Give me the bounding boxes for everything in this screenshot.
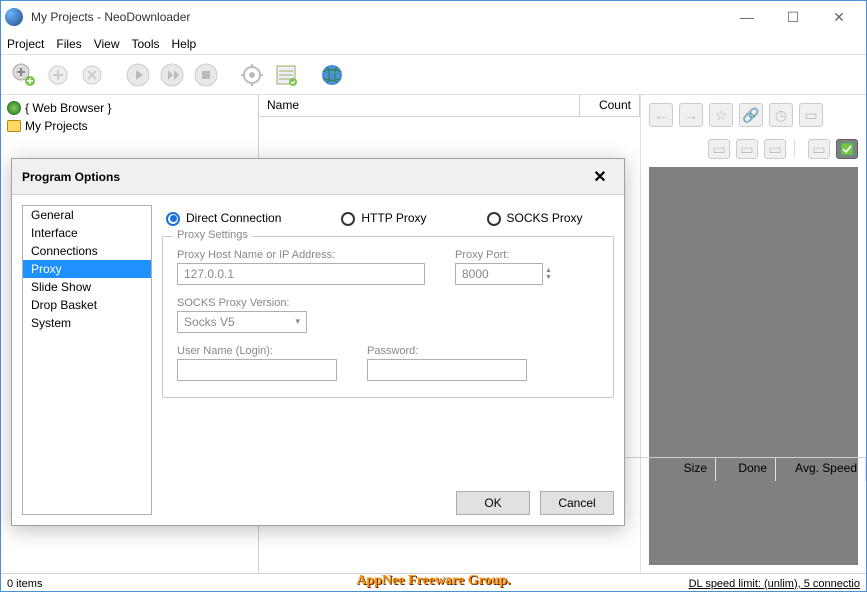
- radio-on-icon: [166, 212, 180, 226]
- dialog-overlay: Program Options ✕ General Interface Conn…: [1, 1, 866, 591]
- socksver-label: SOCKS Proxy Version:: [177, 297, 307, 309]
- nav-system[interactable]: System: [23, 314, 151, 332]
- chevron-down-icon: ▾: [295, 316, 300, 327]
- dialog-buttons: OK Cancel: [162, 479, 614, 515]
- ok-button[interactable]: OK: [456, 491, 530, 515]
- dialog-body: General Interface Connections Proxy Slid…: [12, 195, 624, 525]
- radio-http[interactable]: HTTP Proxy: [341, 211, 426, 226]
- nav-drop-basket[interactable]: Drop Basket: [23, 296, 151, 314]
- nav-slide-show[interactable]: Slide Show: [23, 278, 151, 296]
- user-input[interactable]: [177, 359, 337, 381]
- pass-input[interactable]: [367, 359, 527, 381]
- nav-general[interactable]: General: [23, 206, 151, 224]
- dialog-main: Direct Connection HTTP Proxy SOCKS Proxy…: [162, 205, 614, 515]
- host-input[interactable]: [177, 263, 425, 285]
- radio-socks[interactable]: SOCKS Proxy: [487, 211, 583, 226]
- app-window: My Projects - NeoDownloader — ☐ ✕ Projec…: [0, 0, 867, 592]
- pass-label: Password:: [367, 345, 527, 357]
- port-label: Proxy Port:: [455, 249, 557, 261]
- proxy-settings-fieldset: Proxy Settings Proxy Host Name or IP Add…: [162, 236, 614, 398]
- options-dialog: Program Options ✕ General Interface Conn…: [11, 158, 625, 526]
- dialog-close-button[interactable]: ✕: [586, 163, 614, 191]
- user-label: User Name (Login):: [177, 345, 337, 357]
- nav-interface[interactable]: Interface: [23, 224, 151, 242]
- fieldset-legend: Proxy Settings: [173, 229, 252, 241]
- radio-off-icon: [487, 212, 501, 226]
- nav-proxy[interactable]: Proxy: [23, 260, 151, 278]
- radio-direct[interactable]: Direct Connection: [166, 211, 281, 226]
- dialog-nav: General Interface Connections Proxy Slid…: [22, 205, 152, 515]
- host-label: Proxy Host Name or IP Address:: [177, 249, 425, 261]
- nav-connections[interactable]: Connections: [23, 242, 151, 260]
- port-spinner[interactable]: ▲▼: [545, 263, 557, 285]
- port-input[interactable]: [455, 263, 543, 285]
- dialog-title: Program Options: [22, 170, 120, 184]
- socksver-select[interactable]: Socks V5 ▾: [177, 311, 307, 333]
- radio-off-icon: [341, 212, 355, 226]
- dialog-titlebar: Program Options ✕: [12, 159, 624, 195]
- cancel-button[interactable]: Cancel: [540, 491, 614, 515]
